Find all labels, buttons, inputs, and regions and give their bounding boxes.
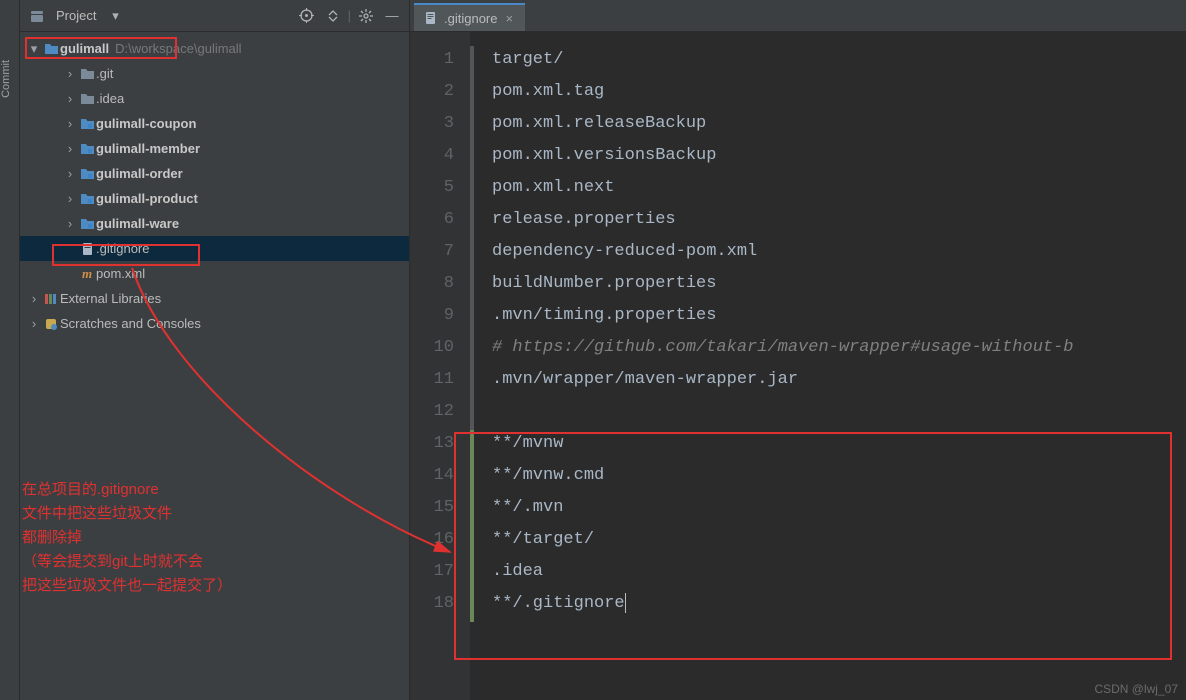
close-icon[interactable]: × <box>503 11 515 26</box>
code-line-5[interactable]: pom.xml.next <box>492 172 1074 204</box>
editor-area: .gitignore × 123456789101112131415161718… <box>410 0 1186 700</box>
code-line-4[interactable]: pom.xml.versionsBackup <box>492 140 1074 172</box>
tree-item-External-Libraries[interactable]: ›External Libraries <box>20 286 409 311</box>
tree-item-gulimall-product[interactable]: ›gulimall-product <box>20 186 409 211</box>
code-line-14[interactable]: **/mvnw.cmd <box>492 460 1074 492</box>
code-line-10[interactable]: # https://github.com/takari/maven-wrappe… <box>492 332 1074 364</box>
project-tree: ▾gulimallD:\workspace\gulimall›.git›.ide… <box>20 32 409 696</box>
project-sidebar: Project ▾ | — ▾gulimallD:\workspace\guli… <box>20 0 410 700</box>
code-line-9[interactable]: .mvn/timing.properties <box>492 300 1074 332</box>
code-line-1[interactable]: target/ <box>492 44 1074 76</box>
project-tool-icon[interactable] <box>26 5 48 27</box>
sidebar-header: Project ▾ | — <box>20 0 409 32</box>
editor-body[interactable]: 123456789101112131415161718 target/pom.x… <box>410 32 1186 700</box>
tree-item-gulimall-member[interactable]: ›gulimall-member <box>20 136 409 161</box>
editor-gutter: 123456789101112131415161718 <box>410 32 470 700</box>
editor-tabbar: .gitignore × <box>410 0 1186 32</box>
locate-icon[interactable] <box>296 5 318 27</box>
code-line-6[interactable]: release.properties <box>492 204 1074 236</box>
tree-item-Scratches-and-Consoles[interactable]: ›Scratches and Consoles <box>20 311 409 336</box>
settings-icon[interactable] <box>355 5 377 27</box>
vbar-commit-label[interactable]: Commit <box>0 60 20 98</box>
tree-item-gulimall-ware[interactable]: ›gulimall-ware <box>20 211 409 236</box>
tree-item-gulimall-order[interactable]: ›gulimall-order <box>20 161 409 186</box>
code-line-17[interactable]: .idea <box>492 556 1074 588</box>
tree-item-pom-xml[interactable]: mpom.xml <box>20 261 409 286</box>
tree-item--git[interactable]: ›.git <box>20 61 409 86</box>
code-line-13[interactable]: **/mvnw <box>492 428 1074 460</box>
tree-root-gulimall[interactable]: ▾gulimallD:\workspace\gulimall <box>20 36 409 61</box>
code-line-18[interactable]: **/.gitignore <box>492 588 1074 620</box>
sidebar-header-title[interactable]: Project <box>52 8 100 23</box>
sidebar-dropdown-icon[interactable]: ▾ <box>104 5 126 27</box>
tab-label: .gitignore <box>444 11 497 26</box>
tree-item--idea[interactable]: ›.idea <box>20 86 409 111</box>
code-line-8[interactable]: buildNumber.properties <box>492 268 1074 300</box>
tree-item-gulimall-coupon[interactable]: ›gulimall-coupon <box>20 111 409 136</box>
tab-gitignore[interactable]: .gitignore × <box>414 3 525 31</box>
hide-icon[interactable]: — <box>381 5 403 27</box>
editor-code[interactable]: target/pom.xml.tagpom.xml.releaseBackupp… <box>470 32 1074 700</box>
code-line-11[interactable]: .mvn/wrapper/maven-wrapper.jar <box>492 364 1074 396</box>
code-line-16[interactable]: **/target/ <box>492 524 1074 556</box>
code-line-7[interactable]: dependency-reduced-pom.xml <box>492 236 1074 268</box>
tree-item--gitignore[interactable]: .gitignore <box>20 236 409 261</box>
code-line-2[interactable]: pom.xml.tag <box>492 76 1074 108</box>
code-line-15[interactable]: **/.mvn <box>492 492 1074 524</box>
left-vertical-bar: Commit <box>0 0 20 700</box>
code-line-3[interactable]: pom.xml.releaseBackup <box>492 108 1074 140</box>
code-line-12[interactable] <box>492 396 1074 428</box>
expand-all-icon[interactable] <box>322 5 344 27</box>
